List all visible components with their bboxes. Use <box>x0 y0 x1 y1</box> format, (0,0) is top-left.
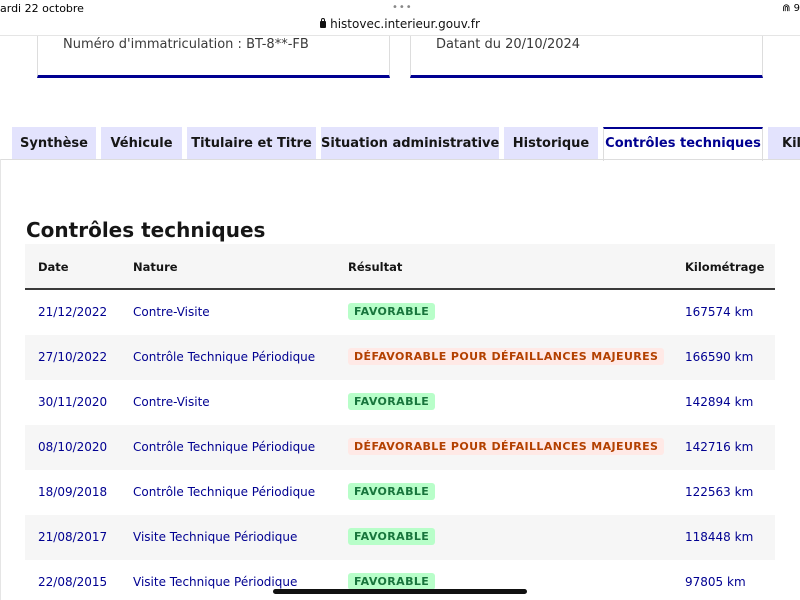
defavorable-badge: DÉFAVORABLE POUR DÉFAILLANCES MAJEURES <box>348 348 665 365</box>
tab-panel-divider <box>0 159 800 160</box>
row-km: 97805 km <box>685 575 746 589</box>
row-nature: Visite Technique Périodique <box>133 575 298 589</box>
registration-card: Numéro d'immatriculation : BT-8**-FB <box>37 36 390 78</box>
tab-synthese[interactable]: Synthèse <box>12 127 96 160</box>
panel-border <box>0 159 1 600</box>
row-km: 142894 km <box>685 395 754 409</box>
table-row: 27/10/2022 Contrôle Technique Périodique D… <box>25 335 775 380</box>
favorable-badge: FAVORABLE <box>348 303 436 320</box>
table-row: 21/12/2022 Contre-Visite FAVORABLE 167574 k… <box>25 290 775 335</box>
more-dots-icon[interactable]: ••• <box>392 2 413 13</box>
status-date: ardi 22 octobre <box>0 2 84 15</box>
row-date: 21/12/2022 <box>38 305 108 319</box>
row-date: 27/10/2022 <box>38 350 108 364</box>
tab-kilometrage[interactable]: Kilo <box>768 127 800 160</box>
wifi-battery-icon: ⋒ 9 <box>782 3 800 14</box>
row-date: 08/10/2020 <box>38 440 108 454</box>
tab-titulaire-et-titre[interactable]: Titulaire et Titre <box>187 127 316 160</box>
table-body: 21/12/2022 Contre-Visite FAVORABLE 167574 k… <box>25 290 775 600</box>
table-header: Date Nature Résultat Kilométrage <box>25 244 775 290</box>
row-km: 118448 km <box>685 530 754 544</box>
favorable-badge: FAVORABLE <box>348 528 436 545</box>
header-km: Kilométrage <box>685 260 765 274</box>
home-indicator[interactable] <box>273 589 527 594</box>
row-date: 30/11/2020 <box>38 395 108 409</box>
table-row: 21/08/2017 Visite Technique Périodique FAV… <box>25 515 775 560</box>
defavorable-badge: DÉFAVORABLE POUR DÉFAILLANCES MAJEURES <box>348 438 665 455</box>
browser-status-bar: ardi 22 octobre ••• histovec.interieur.g… <box>0 0 800 36</box>
table-row: 30/11/2020 Contre-Visite FAVORABLE 142894 k… <box>25 380 775 425</box>
row-nature: Visite Technique Périodique <box>133 530 298 544</box>
url-text: histovec.interieur.gouv.fr <box>330 17 480 31</box>
section-title: Contrôles techniques <box>26 218 266 242</box>
inspections-table: Date Nature Résultat Kilométrage 21/12/2… <box>25 244 775 600</box>
row-nature: Contre-Visite <box>133 305 210 319</box>
report-date-card: Datant du 20/10/2024 <box>410 36 763 78</box>
favorable-badge: FAVORABLE <box>348 483 436 500</box>
address-bar[interactable]: histovec.interieur.gouv.fr <box>0 17 800 31</box>
header-date: Date <box>38 260 69 274</box>
header-nature: Nature <box>133 260 178 274</box>
row-date: 18/09/2018 <box>38 485 108 499</box>
tab-controles-techniques[interactable]: Contrôles techniques <box>603 127 763 161</box>
lock-icon <box>320 18 327 28</box>
row-nature: Contrôle Technique Périodique <box>133 350 316 364</box>
row-date: 22/08/2015 <box>38 575 108 589</box>
tab-vehicule[interactable]: Véhicule <box>101 127 182 160</box>
row-km: 166590 km <box>685 350 754 364</box>
row-date: 21/08/2017 <box>38 530 108 544</box>
registration-number: Numéro d'immatriculation : BT-8**-FB <box>63 37 309 52</box>
row-nature: Contrôle Technique Périodique <box>133 485 316 499</box>
header-result: Résultat <box>348 260 403 274</box>
row-nature: Contrôle Technique Périodique <box>133 440 316 454</box>
row-km: 167574 km <box>685 305 754 319</box>
favorable-badge: FAVORABLE <box>348 573 436 590</box>
tab-list: Synthèse Véhicule Titulaire et Titre Sit… <box>0 127 800 161</box>
table-row: 18/09/2018 Contrôle Technique Périodique F… <box>25 470 775 515</box>
tab-situation-administrative[interactable]: Situation administrative <box>321 127 499 160</box>
report-date: Datant du 20/10/2024 <box>436 37 581 52</box>
table-row: 08/10/2020 Contrôle Technique Périodique D… <box>25 425 775 470</box>
row-nature: Contre-Visite <box>133 395 210 409</box>
row-km: 142716 km <box>685 440 754 454</box>
favorable-badge: FAVORABLE <box>348 393 436 410</box>
tab-historique[interactable]: Historique <box>504 127 598 160</box>
table-row: 22/08/2015 Visite Technique Périodique FAV… <box>25 560 775 600</box>
row-km: 122563 km <box>685 485 754 499</box>
